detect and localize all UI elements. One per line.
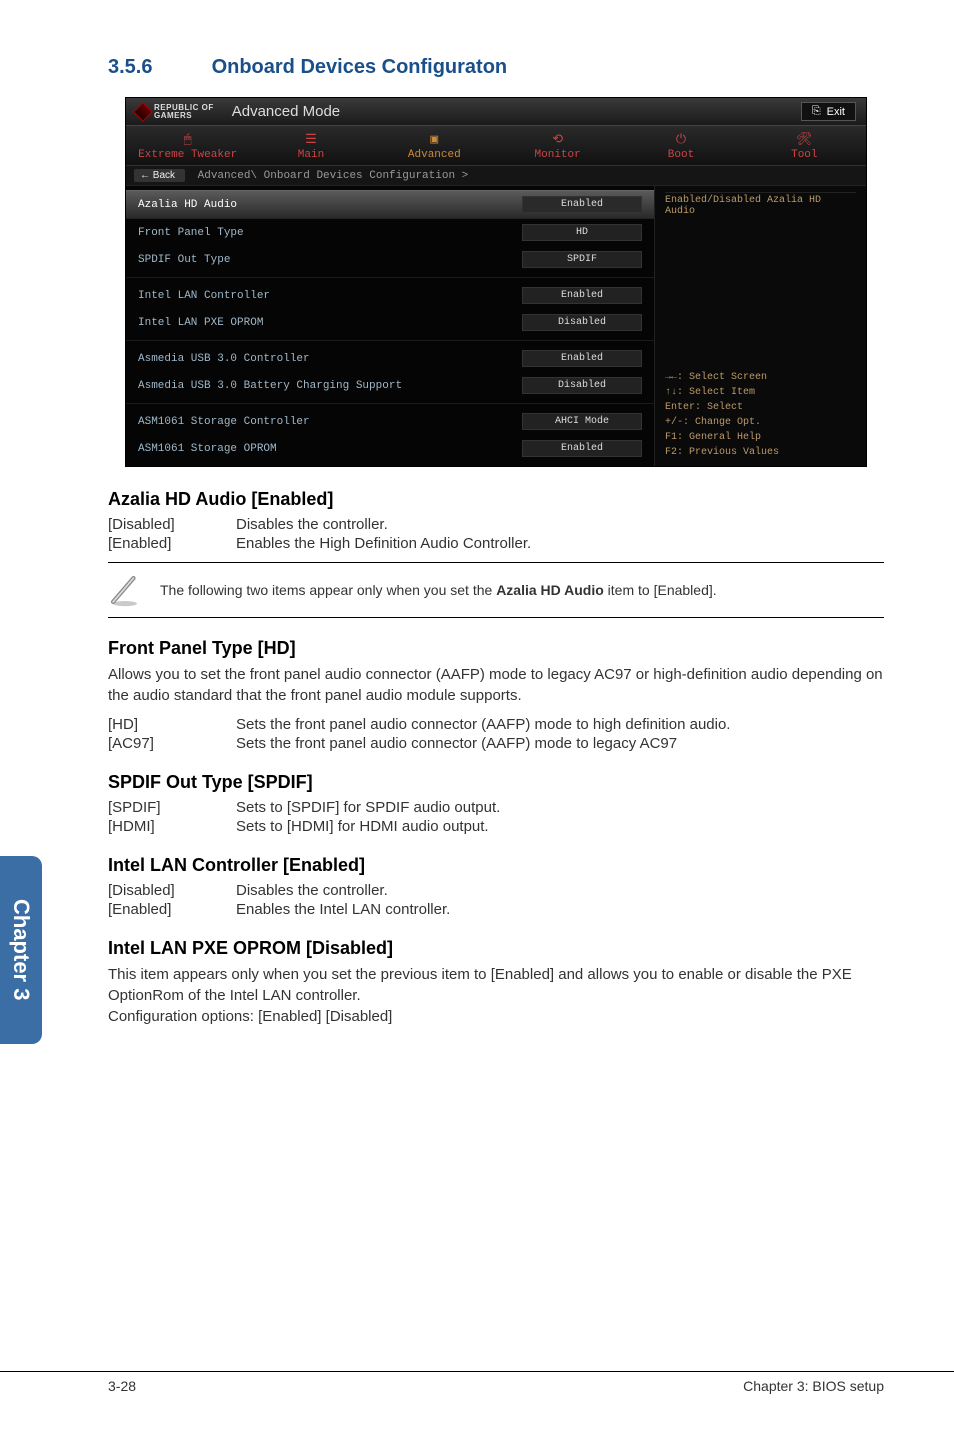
heading-spdif: SPDIF Out Type [SPDIF] [108,772,884,793]
section-title: Onboard Devices Configuraton [212,56,508,78]
page-footer: 3-28 Chapter 3: BIOS setup [0,1371,954,1394]
tab-main[interactable]: ☰Main [249,126,372,165]
kv-row: [Disabled]Disables the controller. [108,882,884,899]
value-front-panel[interactable]: HD [522,224,642,241]
exit-label: Exit [827,106,845,118]
brand-text: REPUBLIC OF GAMERS [154,104,214,120]
section-number: 3.5.6 [108,56,206,79]
rog-logo-icon [133,102,153,122]
tool-icon: 🛠 [743,132,866,147]
tab-tool[interactable]: 🛠Tool [743,126,866,165]
kv-row: [Enabled]Enables the Intel LAN controlle… [108,901,884,918]
mode-label: Advanced Mode [232,103,340,120]
list-icon: ☰ [249,132,372,147]
value-spdif[interactable]: SPDIF [522,251,642,268]
footer-title: Chapter 3: BIOS setup [743,1378,884,1394]
value-lan-ctrl[interactable]: Enabled [522,287,642,304]
kv-row: [Enabled]Enables the High Definition Aud… [108,535,884,552]
note-text: The following two items appear only when… [160,582,717,598]
gauge-icon: ⟲ [496,132,619,147]
chapter-side-tab: Chapter 3 [0,856,42,1044]
bios-titlebar: REPUBLIC OF GAMERS Advanced Mode ⎘ Exit [126,98,866,126]
kv-row: [AC97]Sets the front panel audio connect… [108,735,884,752]
power-icon: ⏻ [619,132,742,147]
option-asmedia-usb3-battery-charging[interactable]: Asmedia USB 3.0 Battery Charging Support… [126,372,654,399]
value-usb3bat[interactable]: Disabled [522,377,642,394]
mouse-icon: 🖱 [126,132,249,147]
tab-boot[interactable]: ⏻Boot [619,126,742,165]
option-asm1061-storage-controller[interactable]: ASM1061 Storage Controller AHCI Mode [126,408,654,435]
section-heading: 3.5.6 Onboard Devices Configuraton [108,56,884,79]
option-intel-lan-controller[interactable]: Intel LAN Controller Enabled [126,282,654,309]
value-asm-ctrl[interactable]: AHCI Mode [522,413,642,430]
kv-row: [HD]Sets the front panel audio connector… [108,716,884,733]
option-asm1061-storage-oprom[interactable]: ASM1061 Storage OPROM Enabled [126,435,654,462]
value-azalia[interactable]: Enabled [522,196,642,213]
bios-tabs: 🖱Extreme Tweaker ☰Main ▣Advanced ⟲Monito… [126,126,866,166]
paragraph: Allows you to set the front panel audio … [108,665,884,706]
back-button[interactable]: ← Back [134,169,185,182]
exit-icon: ⎘ [812,105,821,118]
heading-azalia: Azalia HD Audio [Enabled] [108,489,884,510]
bios-screenshot: REPUBLIC OF GAMERS Advanced Mode ⎘ Exit … [125,97,867,467]
kv-row: [HDMI]Sets to [HDMI] for HDMI audio outp… [108,818,884,835]
heading-front-panel: Front Panel Type [HD] [108,638,884,659]
option-front-panel-type[interactable]: Front Panel Type HD [126,219,654,246]
key-hints: →←: Select Screen ↑↓: Select Item Enter:… [665,370,856,460]
page-number: 3-28 [108,1378,136,1394]
exit-button[interactable]: ⎘ Exit [801,102,856,121]
bios-options-panel: Azalia HD Audio Enabled Front Panel Type… [126,186,654,466]
option-azalia-hd-audio[interactable]: Azalia HD Audio Enabled [126,190,654,219]
kv-row: [Disabled]Disables the controller. [108,516,884,533]
bios-help-panel: Enabled/Disabled Azalia HD Audio →←: Sel… [654,186,866,466]
chip-icon: ▣ [373,132,496,147]
option-asmedia-usb3-controller[interactable]: Asmedia USB 3.0 Controller Enabled [126,345,654,372]
note-box: The following two items appear only when… [108,562,884,618]
breadcrumb: Advanced\ Onboard Devices Configuration … [198,170,469,182]
value-lan-pxe[interactable]: Disabled [522,314,642,331]
tab-monitor[interactable]: ⟲Monitor [496,126,619,165]
option-spdif-out-type[interactable]: SPDIF Out Type SPDIF [126,246,654,273]
kv-row: [SPDIF]Sets to [SPDIF] for SPDIF audio o… [108,799,884,816]
option-intel-lan-pxe-oprom[interactable]: Intel LAN PXE OPROM Disabled [126,309,654,336]
help-text: Enabled/Disabled Azalia HD Audio [665,192,856,217]
tab-extreme-tweaker[interactable]: 🖱Extreme Tweaker [126,126,249,165]
value-asm-oprom[interactable]: Enabled [522,440,642,457]
note-icon [108,573,142,607]
heading-lan-pxe-oprom: Intel LAN PXE OPROM [Disabled] [108,938,884,959]
paragraph: This item appears only when you set the … [108,965,884,1027]
heading-lan-controller: Intel LAN Controller [Enabled] [108,855,884,876]
value-usb3[interactable]: Enabled [522,350,642,367]
breadcrumb-bar: ← Back Advanced\ Onboard Devices Configu… [126,166,866,186]
tab-advanced[interactable]: ▣Advanced [373,126,496,165]
